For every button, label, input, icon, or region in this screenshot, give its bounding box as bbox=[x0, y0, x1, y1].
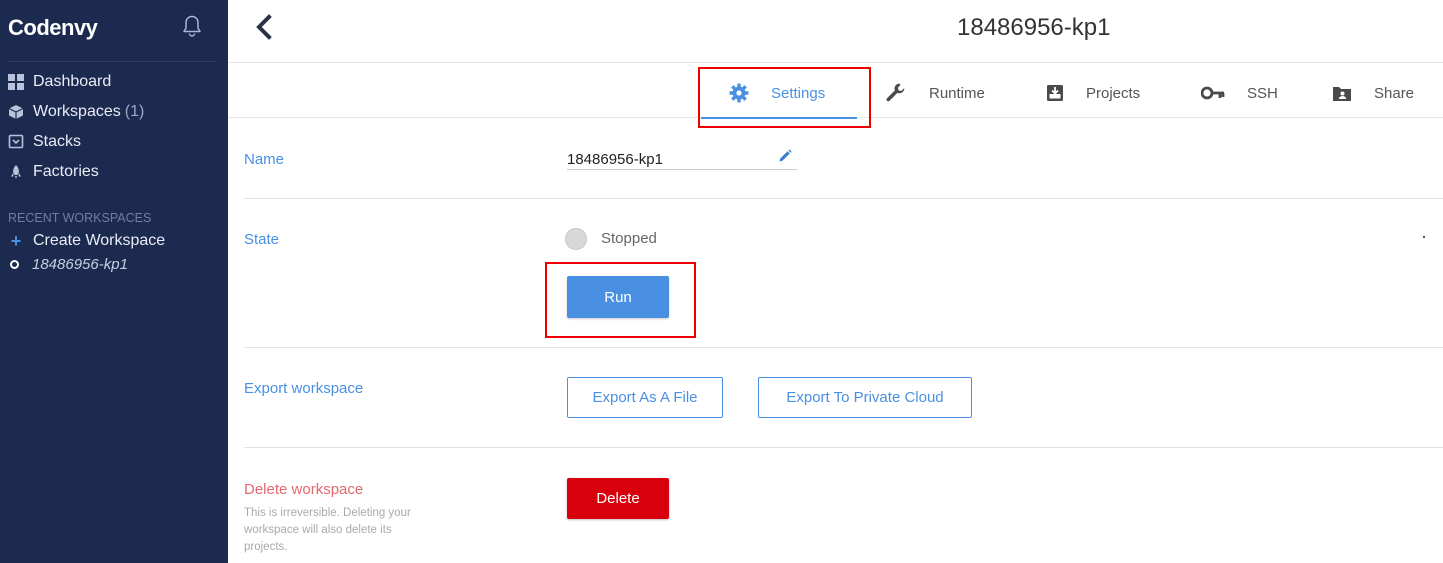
tab-label: Runtime bbox=[929, 84, 985, 102]
sidebar-item-label: Dashboard bbox=[33, 73, 112, 90]
name-label: Name bbox=[244, 151, 285, 168]
tab-label: Settings bbox=[771, 84, 826, 102]
dashboard-icon bbox=[8, 74, 24, 90]
tab-label: Share bbox=[1374, 84, 1415, 102]
workspace-name-input[interactable] bbox=[567, 149, 767, 169]
state-value: Stopped bbox=[601, 230, 657, 247]
folder-user-icon bbox=[1333, 87, 1351, 101]
row-divider bbox=[244, 347, 1443, 348]
tab-projects[interactable]: Projects bbox=[1046, 80, 1140, 106]
tab-runtime[interactable]: Runtime bbox=[885, 80, 985, 106]
tab-share[interactable]: Share bbox=[1332, 80, 1414, 106]
run-button[interactable]: Run bbox=[567, 276, 669, 318]
sidebar-item-dashboard[interactable]: Dashboard bbox=[8, 72, 111, 92]
recent-workspaces-heading: RECENT WORKSPACES bbox=[8, 211, 152, 225]
pencil-icon[interactable] bbox=[778, 149, 792, 163]
sidebar-divider bbox=[8, 61, 216, 62]
header-divider bbox=[228, 62, 1443, 63]
export-private-cloud-button[interactable]: Export To Private Cloud bbox=[758, 377, 972, 418]
delete-label: Delete workspace bbox=[244, 481, 364, 498]
create-workspace-link[interactable]: + Create Workspace bbox=[8, 231, 165, 251]
stack-icon bbox=[8, 134, 24, 150]
sidebar-item-label: Factories bbox=[33, 163, 99, 180]
workspace-count: (1) bbox=[124, 103, 145, 120]
recent-workspace-item[interactable]: 18486956-kp1 bbox=[10, 254, 128, 274]
export-file-button[interactable]: Export As A File bbox=[567, 377, 723, 418]
recent-workspace-label: 18486956-kp1 bbox=[32, 255, 128, 273]
active-tab-indicator bbox=[701, 117, 857, 119]
sidebar-item-label: Workspaces bbox=[33, 103, 121, 120]
tab-settings[interactable]: Settings bbox=[729, 80, 825, 106]
workspace-name-field[interactable] bbox=[567, 149, 797, 170]
page-title: 18486956-kp1 bbox=[957, 14, 1111, 41]
plus-icon: + bbox=[10, 230, 22, 251]
sidebar: Codenvy Dashboard Workspaces (1) Stacks … bbox=[0, 0, 228, 563]
workspace-status-dot-icon bbox=[10, 259, 19, 269]
row-divider bbox=[244, 198, 1443, 199]
sidebar-item-stacks[interactable]: Stacks bbox=[8, 132, 81, 152]
key-icon bbox=[1201, 86, 1225, 100]
state-label: State bbox=[244, 231, 280, 248]
sidebar-item-workspaces[interactable]: Workspaces (1) bbox=[8, 102, 144, 122]
sidebar-item-factories[interactable]: Factories bbox=[8, 162, 99, 182]
cube-icon bbox=[8, 104, 24, 120]
rocket-icon bbox=[8, 164, 24, 180]
back-arrow-icon[interactable] bbox=[253, 13, 275, 41]
tab-ssh[interactable]: SSH bbox=[1201, 80, 1278, 106]
gear-icon bbox=[729, 83, 749, 103]
decorative-dot bbox=[1423, 236, 1425, 238]
sidebar-item-label: Stacks bbox=[33, 133, 82, 150]
export-label: Export workspace bbox=[244, 380, 364, 397]
tab-label: Projects bbox=[1086, 84, 1141, 102]
delete-button[interactable]: Delete bbox=[567, 478, 669, 519]
create-workspace-label: Create Workspace bbox=[33, 232, 166, 249]
wrench-icon bbox=[886, 83, 905, 102]
app-logo[interactable]: Codenvy bbox=[8, 15, 98, 41]
row-divider bbox=[244, 447, 1443, 448]
state-indicator bbox=[565, 228, 587, 250]
delete-description: This is irreversible. Deleting your work… bbox=[244, 507, 411, 553]
tab-label: SSH bbox=[1247, 84, 1278, 102]
download-box-icon bbox=[1047, 85, 1063, 101]
bell-icon[interactable] bbox=[180, 14, 204, 38]
